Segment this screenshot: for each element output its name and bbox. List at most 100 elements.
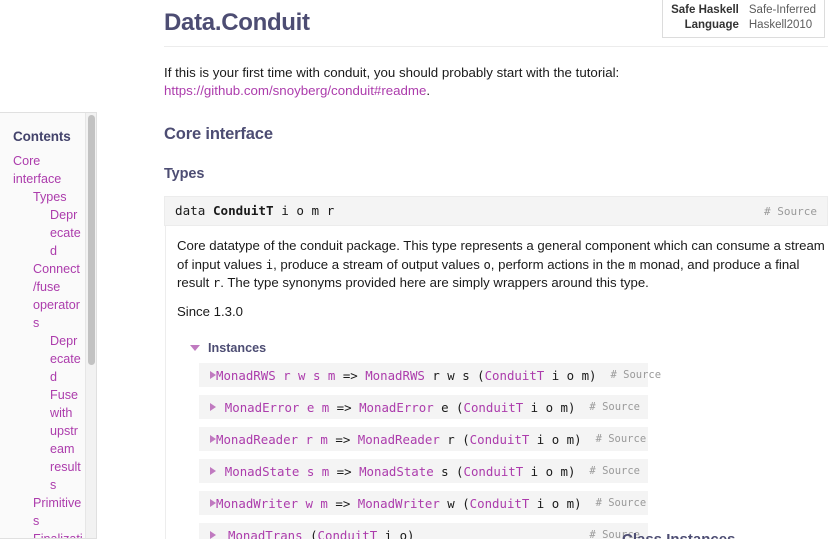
doc-code-m: m (628, 257, 636, 272)
instance-source-link[interactable]: # Source (575, 401, 640, 413)
type-documentation-block: Core datatype of the conduit package. Th… (165, 226, 828, 539)
instance-head-args: ( (302, 527, 318, 539)
toc-item[interactable]: Deprecated (0, 332, 87, 386)
instance-signature: MonadTrans (ConduitT i o) (228, 528, 415, 539)
module-info-table: Safe Haskell Safe-Inferred Language Hask… (671, 3, 816, 33)
instance-signature: MonadState s m => MonadState s (ConduitT… (225, 464, 576, 479)
info-key-safe-haskell: Safe Haskell (671, 4, 739, 16)
instance-arrow: => (335, 367, 366, 383)
sidebar-scrollbar-thumb[interactable] (88, 115, 95, 365)
instance-head-class[interactable]: MonadWriter (358, 496, 440, 511)
decl-type-name[interactable]: ConduitT (213, 203, 274, 218)
instance-source-link[interactable]: # Source (575, 465, 640, 477)
doc-code-o: o (483, 257, 491, 272)
instance-constraint-class[interactable]: MonadError e m (225, 400, 329, 415)
module-info-box: Safe Haskell Safe-Inferred Language Hask… (662, 0, 825, 38)
instance-type-tail: i o m) (544, 367, 597, 383)
doc-text-5: . The type synonyms provided here are si… (220, 275, 649, 290)
instance-row[interactable]: MonadRWS r w s m => MonadRWS r w s (Cond… (199, 363, 661, 387)
intro-paragraph: If this is your first time with conduit,… (164, 47, 828, 100)
toc-item[interactable]: Connect/fuse operators (0, 260, 87, 332)
toc-item[interactable]: Deprecated (0, 206, 87, 260)
toc-item[interactable]: Core interface (0, 152, 87, 188)
toc-item[interactable]: Types (0, 188, 87, 206)
instance-arrow: => (327, 431, 358, 447)
toc-item[interactable]: Finalization (0, 530, 87, 538)
instance-head-args: e ( (433, 399, 464, 415)
instance-type-name[interactable]: ConduitT (464, 464, 524, 479)
section-heading-core-interface: Core interface (164, 125, 273, 143)
instance-constraint-class[interactable]: MonadWriter w m (216, 496, 328, 511)
instance-head-class[interactable]: MonadState (359, 464, 434, 479)
instance-source-link[interactable]: # Source (582, 497, 647, 509)
sidebar-scrollbar-track[interactable] (85, 113, 96, 538)
instances-toggle[interactable]: Instances (190, 341, 828, 355)
instance-type-tail: i o m) (529, 431, 582, 447)
instance-signature: MonadWriter w m => MonadWriter w (Condui… (216, 496, 582, 511)
instance-head-args: r ( (439, 431, 470, 447)
instance-arrow: => (329, 399, 360, 415)
instance-type-name[interactable]: ConduitT (485, 368, 545, 383)
haddock-documentation-page: Contents Core interface Types Deprecated Co… (0, 0, 828, 539)
contents-title: Contents (13, 129, 71, 144)
table-row: Safe Haskell Safe-Inferred (671, 3, 816, 18)
toc-item[interactable]: Primitives (0, 494, 87, 530)
type-signature-code: data ConduitT i o m r (175, 203, 334, 218)
instance-constraint-class[interactable]: MonadState s m (225, 464, 329, 479)
intro-text-suffix: . (426, 83, 431, 98)
instance-head-class[interactable]: MonadReader (358, 432, 440, 447)
instance-row[interactable]: MonadState s m => MonadState s (ConduitT… (199, 459, 648, 483)
instance-type-name[interactable]: ConduitT (464, 400, 524, 415)
doc-text-3: , perform actions in the (490, 256, 629, 272)
info-value-safe-haskell: Safe-Inferred (748, 4, 816, 16)
instances-section: Instances MonadRWS r w s m => MonadRWS r… (177, 321, 828, 539)
chevron-right-icon (210, 403, 216, 411)
instance-row[interactable]: MonadReader r m => MonadReader r (Condui… (199, 427, 648, 451)
instances-list: MonadRWS r w s m => MonadRWS r w s (Cond… (199, 363, 828, 539)
instance-type-name[interactable]: ConduitT (318, 528, 378, 539)
instance-type-tail: i o m) (523, 463, 576, 479)
since-version-text: Since 1.3.0 (177, 303, 243, 319)
decl-keyword: data (175, 203, 206, 218)
instances-heading-label: Instances (208, 341, 267, 355)
instance-head-class[interactable]: MonadTrans (228, 528, 303, 539)
instance-type-name[interactable]: ConduitT (470, 496, 530, 511)
type-description-paragraph: Core datatype of the conduit package. Th… (177, 237, 828, 293)
instance-expand-toggle[interactable] (210, 467, 225, 475)
instance-arrow: => (327, 495, 358, 511)
instance-signature: MonadReader r m => MonadReader r (Condui… (216, 432, 582, 447)
instance-source-link[interactable]: # Source (582, 433, 647, 445)
instance-row[interactable]: MonadTrans (ConduitT i o) # Source (199, 523, 648, 539)
intro-text-prefix: If this is your first time with conduit,… (164, 65, 620, 80)
tutorial-link[interactable]: https://github.com/snoyberg/conduit#read… (164, 83, 426, 98)
instance-row[interactable]: MonadError e m => MonadError e (ConduitT… (199, 395, 648, 419)
chevron-right-icon (210, 467, 216, 475)
table-of-contents-list: Core interface Types Deprecated Connect/fus… (0, 152, 87, 538)
instance-expand-toggle[interactable] (210, 531, 228, 539)
instance-head-class[interactable]: MonadRWS (365, 368, 425, 383)
toc-item[interactable]: Fuse with upstream results (0, 386, 87, 494)
instance-head-class[interactable]: MonadError (359, 400, 434, 415)
doc-text-2: , produce a stream of output values (273, 256, 484, 272)
instance-type-tail: i o m) (529, 495, 582, 511)
type-signature-box: data ConduitT i o m r # Source (164, 196, 828, 226)
source-link[interactable]: # Source (764, 205, 817, 218)
subsection-heading-types: Types (164, 166, 205, 182)
instance-head-args: s ( (433, 463, 464, 479)
instance-row[interactable]: MonadWriter w m => MonadWriter w (Condui… (199, 491, 648, 515)
info-value-language: Haskell2010 (748, 19, 813, 31)
instance-type-name[interactable]: ConduitT (470, 432, 530, 447)
chevron-right-icon (210, 531, 216, 539)
instance-head-args: r w s ( (424, 367, 485, 383)
instance-constraint-class[interactable]: MonadReader r m (216, 432, 328, 447)
instance-head-args: w ( (439, 495, 470, 511)
info-key-language: Language (684, 19, 739, 31)
instance-signature: MonadError e m => MonadError e (ConduitT… (225, 400, 576, 415)
chevron-down-icon (190, 345, 200, 351)
instance-constraint-class[interactable]: MonadRWS r w s m (216, 368, 335, 383)
instance-expand-toggle[interactable] (210, 403, 225, 411)
instance-source-link[interactable]: # Source (596, 369, 661, 381)
instance-type-tail: i o) (377, 527, 415, 539)
instance-arrow: => (329, 463, 360, 479)
table-row: Language Haskell2010 (671, 18, 816, 33)
